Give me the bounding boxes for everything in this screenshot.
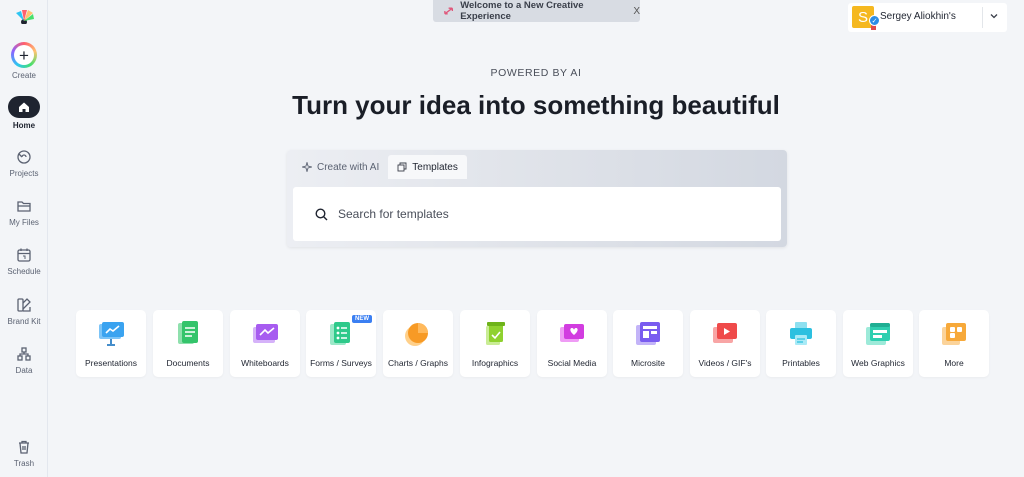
search-box[interactable] [293, 187, 781, 241]
data-icon [15, 345, 33, 363]
plus-circle-icon: + [11, 42, 37, 68]
social-media-icon [560, 324, 584, 342]
form-icon [330, 322, 350, 345]
tab-templates[interactable]: Templates [388, 155, 467, 179]
sidebar-item-label: Data [15, 366, 33, 375]
chart-icon [405, 323, 428, 346]
category-web-graphics[interactable]: Web Graphics [843, 310, 913, 377]
welcome-banner[interactable]: Welcome to a New Creative Experience X [433, 0, 640, 22]
category-presentations[interactable]: Presentations [76, 310, 146, 377]
sidebar-item-label: Home [12, 121, 36, 130]
category-printables[interactable]: Printables [766, 310, 836, 377]
category-social-media[interactable]: Social Media [537, 310, 607, 377]
tab-create-with-ai[interactable]: Create with AI [293, 155, 388, 179]
sidebar-item-label: Schedule [7, 267, 41, 276]
sidebar-item-trash[interactable]: Trash [0, 438, 48, 468]
category-label: Web Graphics [851, 358, 905, 368]
arrows-icon [444, 7, 454, 15]
printer-icon [790, 322, 812, 345]
sparkle-icon [302, 162, 312, 172]
category-label: Infographics [471, 358, 519, 368]
category-forms-surveys[interactable]: NEW Forms / Surveys [306, 310, 376, 377]
infographic-icon [486, 322, 505, 345]
category-charts-graphs[interactable]: Charts / Graphs [383, 310, 453, 377]
projects-icon [15, 148, 33, 166]
category-whiteboards[interactable]: Whiteboards [230, 310, 300, 377]
calendar-icon [15, 246, 33, 264]
category-label: More [944, 358, 964, 368]
category-documents[interactable]: Documents [153, 310, 223, 377]
category-label: Whiteboards [241, 358, 289, 368]
user-menu[interactable]: S ✓ Sergey Aliokhin's [848, 3, 1007, 32]
divider [982, 7, 983, 28]
more-icon [942, 323, 966, 345]
presentation-icon [99, 322, 124, 346]
microsite-icon [636, 322, 660, 345]
page-title: Turn your idea into something beautiful [292, 90, 780, 120]
category-microsite[interactable]: Microsite [613, 310, 683, 377]
category-label: Videos / GIF's [698, 358, 752, 368]
sidebar-item-data[interactable]: Data [0, 345, 48, 375]
category-label: Charts / Graphs [388, 358, 448, 368]
category-videos-gifs[interactable]: Videos / GIF's [690, 310, 760, 377]
tab-label: Create with AI [317, 161, 380, 173]
close-banner-button[interactable]: X [633, 6, 640, 17]
category-infographics[interactable]: Infographics [460, 310, 530, 377]
video-icon [713, 323, 737, 343]
trash-icon [15, 438, 33, 456]
new-badge: NEW [352, 315, 372, 323]
app-logo-icon[interactable] [13, 8, 35, 24]
document-icon [178, 321, 198, 344]
chevron-down-icon[interactable] [989, 11, 999, 21]
verified-icon: ✓ [869, 15, 880, 26]
sidebar-item-label: My Files [9, 218, 39, 227]
powered-by-label: POWERED BY AI [490, 67, 582, 79]
category-label: Presentations [85, 358, 137, 368]
sidebar-item-brand-kit[interactable]: Brand Kit [0, 296, 48, 326]
sidebar-item-schedule[interactable]: Schedule [0, 246, 48, 276]
category-more[interactable]: More [919, 310, 989, 377]
search-icon [315, 207, 328, 220]
web-graphic-icon [866, 323, 890, 345]
templates-icon [397, 162, 407, 172]
tab-label: Templates [412, 161, 458, 173]
category-label: Forms / Surveys [310, 358, 372, 368]
search-tabs: Create with AI Templates [293, 155, 781, 179]
category-label: Printables [782, 358, 820, 368]
welcome-text: Welcome to a New Creative Experience [460, 0, 584, 22]
sidebar-item-label: Brand Kit [7, 317, 41, 326]
sidebar-item-projects[interactable]: Projects [0, 148, 48, 178]
category-label: Documents [166, 358, 210, 368]
user-name: Sergey Aliokhin's [880, 11, 956, 22]
whiteboard-icon [253, 324, 278, 343]
sidebar-item-my-files[interactable]: My Files [0, 197, 48, 227]
folder-icon [15, 197, 33, 215]
search-input[interactable] [338, 207, 738, 221]
sidebar-item-label: Projects [9, 169, 39, 178]
category-label: Microsite [630, 358, 665, 368]
brand-kit-icon [15, 296, 33, 314]
sidebar-item-label: Trash [13, 459, 35, 468]
search-card: Create with AI Templates [287, 150, 787, 247]
category-label: Social Media [547, 358, 597, 368]
